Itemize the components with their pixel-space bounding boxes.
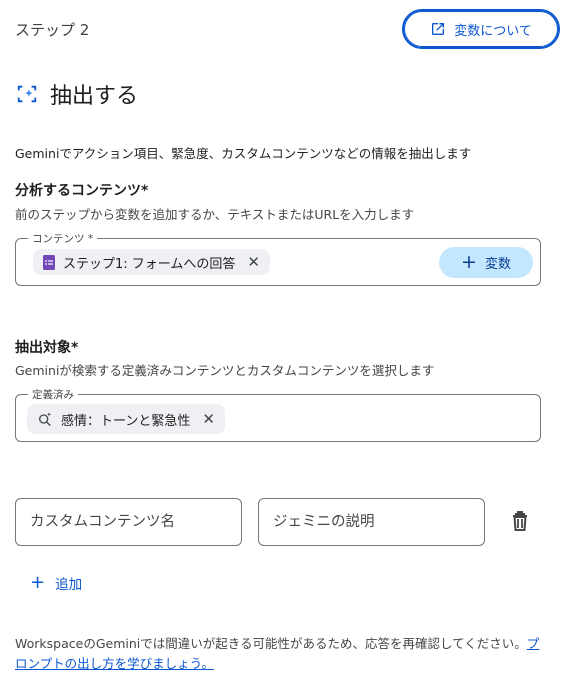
- add-variable-label: 変数: [484, 257, 511, 272]
- about-variables-label: 変数について: [454, 23, 532, 39]
- plus-icon: +: [30, 572, 46, 593]
- content-section-subtitle: 前のステップから変数を追加するか、テキストまたはURLを入力します: [15, 207, 415, 222]
- add-custom-content-button[interactable]: + 追加: [30, 572, 83, 594]
- extract-section-subtitle: Geminiが検索する定義済みコンテンツとカスタムコンテンツを選択します: [15, 363, 435, 378]
- step-label: ステップ 2: [15, 21, 90, 39]
- content-chip-label: ステップ1: フォームへの回答: [63, 256, 236, 272]
- sentiment-chip[interactable]: 感情：トーンと緊急性 ✕: [27, 404, 225, 434]
- page-title: 抽出する: [50, 84, 139, 109]
- sentiment-chip-label: 感情：トーンと緊急性: [61, 413, 191, 429]
- content-section-title: 分析するコンテンツ*: [15, 183, 149, 199]
- close-icon[interactable]: ✕: [202, 410, 215, 428]
- custom-content-name-input[interactable]: [15, 498, 242, 546]
- predefined-field-legend: 定義済み: [28, 387, 78, 402]
- about-variables-button[interactable]: 変数について: [402, 9, 560, 49]
- add-label: 追加: [55, 577, 83, 593]
- content-field-legend: コンテンツ *: [28, 231, 98, 246]
- disclaimer-text: WorkspaceのGeminiでは間違いが起きる可能性があるため、応答を再確認…: [15, 636, 527, 651]
- content-chip[interactable]: ステップ1: フォームへの回答 ✕: [33, 249, 270, 275]
- disclaimer: WorkspaceのGeminiでは間違いが起きる可能性があるため、応答を再確認…: [15, 634, 545, 674]
- add-variable-button[interactable]: + 変数: [439, 247, 533, 278]
- plus-icon: +: [461, 251, 477, 273]
- content-field[interactable]: コンテンツ * ステップ1: フォームへの回答 ✕ + 変数: [15, 231, 541, 286]
- sparkle-frame-icon: [17, 85, 37, 103]
- extract-section-title: 抽出対象*: [15, 340, 79, 356]
- trash-icon[interactable]: [508, 509, 532, 533]
- predefined-field[interactable]: 定義済み 感情：トーンと緊急性 ✕: [15, 387, 541, 442]
- open-in-new-icon: [432, 23, 445, 35]
- close-icon[interactable]: ✕: [247, 253, 260, 271]
- forms-icon: [43, 254, 55, 270]
- sentiment-search-icon: [39, 412, 51, 427]
- title-row: 抽出する: [16, 78, 138, 110]
- description: Geminiでアクション項目、緊急度、カスタムコンテンツなどの情報を抽出します: [15, 146, 472, 161]
- gemini-description-input[interactable]: [258, 498, 485, 546]
